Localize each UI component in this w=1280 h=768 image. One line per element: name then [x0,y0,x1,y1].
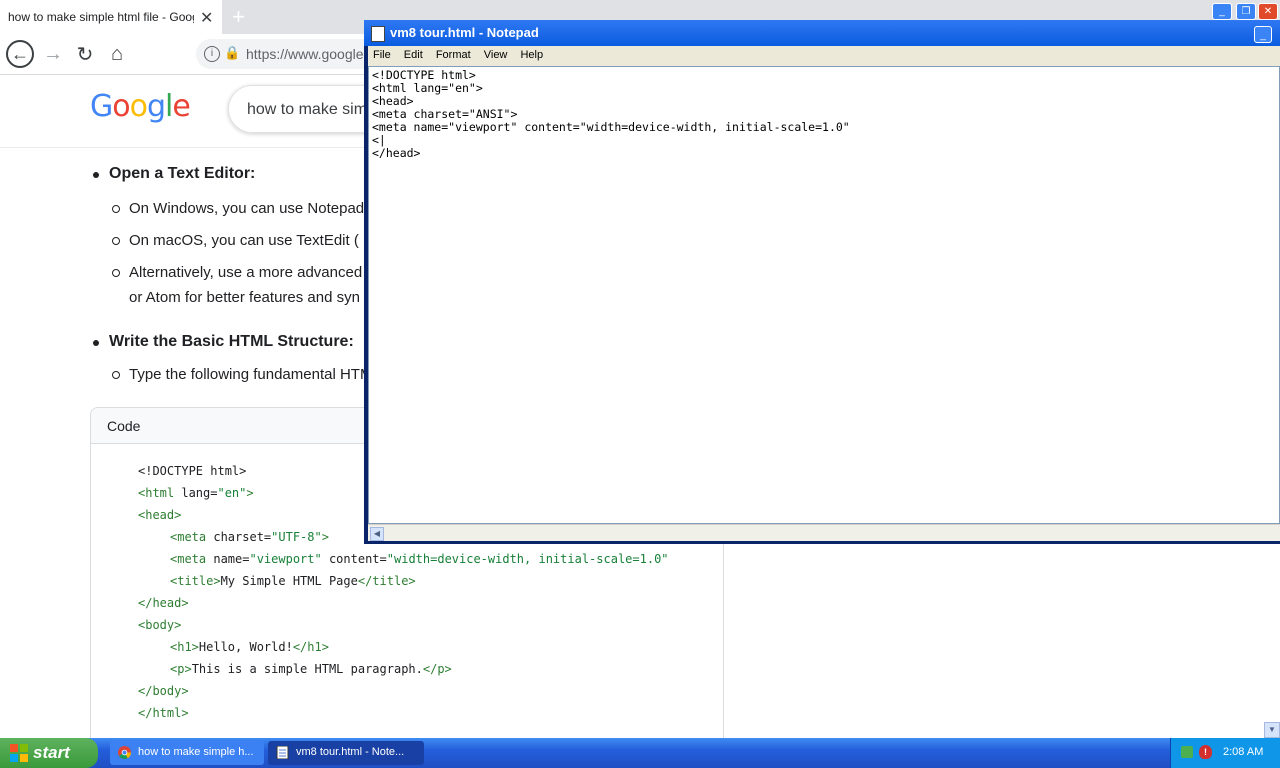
start-label: start [33,743,70,762]
notepad-icon [276,746,289,759]
minimize-icon[interactable]: _ [1212,3,1232,20]
list-item: On Windows, you can use Notepad. [111,197,368,221]
menu-view[interactable]: View [479,46,513,61]
reload-icon[interactable]: ↻ [72,41,98,67]
code-line: <meta charset="UTF-8"> [170,530,329,544]
code-line: <meta name="viewport" content="width=dev… [170,552,669,566]
taskbar-item-label: vm8 tour.html - Note... [296,746,405,758]
chrome-icon [118,746,131,759]
notepad-icon [371,26,385,42]
security-shield-icon[interactable]: ! [1199,745,1212,759]
maximize-icon[interactable]: ❐ [1236,3,1256,20]
code-line: </head> [138,596,189,610]
scroll-left-icon[interactable]: ◀ [370,527,384,541]
notepad-text-area[interactable]: <!DOCTYPE html> <html lang="en"> <head> … [368,66,1280,524]
tab-title: how to make simple html file - Google Se… [8,10,194,24]
start-button[interactable]: start [0,738,98,768]
back-icon[interactable]: ← [6,40,34,68]
step-title: Write the Basic HTML Structure: [93,333,354,350]
step-title: Open a Text Editor: [92,165,256,182]
google-logo[interactable]: Google [90,89,191,124]
list-item: Alternatively, use a more advanced [111,261,362,285]
forward-icon[interactable]: → [40,41,66,67]
notepad-text: <!DOCTYPE html> <html lang="en"> <head> … [372,68,850,160]
list-item: Type the following fundamental HTML [112,363,381,387]
notepad-window: vm8 tour.html - Notepad _ File Edit Form… [364,20,1280,544]
taskbar-item-label: how to make simple h... [138,746,254,758]
horizontal-scrollbar[interactable]: ◀ [368,524,1280,541]
clock[interactable]: 2:08 AM [1223,746,1263,758]
code-line: <html lang="en"> [138,486,254,500]
notepad-title-bar[interactable]: vm8 tour.html - Notepad _ [364,20,1280,46]
taskbar-item-notepad[interactable]: vm8 tour.html - Note... [268,741,424,765]
taskbar-item-browser[interactable]: how to make simple h... [110,741,264,765]
url-text: https://www.google. [246,46,368,62]
network-icon[interactable] [1181,746,1193,758]
code-line: <p>This is a simple HTML paragraph.</p> [170,662,452,676]
code-line: <head> [138,508,182,522]
close-icon[interactable]: ✕ [1258,3,1278,20]
code-line: <title>My Simple HTML Page</title> [170,574,416,588]
window-title: vm8 tour.html - Notepad [390,25,539,40]
browser-tab[interactable]: how to make simple html file - Google Se… [0,0,222,34]
menu-file[interactable]: File [368,46,396,61]
minimize-icon[interactable]: _ [1254,26,1272,43]
system-tray: ! 2:08 AM [1170,738,1280,768]
code-line: <!DOCTYPE html> [138,464,247,478]
code-line: <body> [138,618,182,632]
close-icon[interactable]: ✕ [200,8,213,28]
scroll-down-icon[interactable]: ▼ [1264,722,1280,738]
taskbar: start how to make simple h... vm8 tour.h… [0,738,1280,768]
menu-format[interactable]: Format [431,46,476,61]
menu-help[interactable]: Help [515,46,548,61]
menu-edit[interactable]: Edit [399,46,428,61]
new-tab-icon[interactable]: + [232,4,245,30]
code-line: </body> [138,684,189,698]
info-icon[interactable]: i [204,46,220,62]
warning-lock-icon[interactable]: 🔒 [224,45,240,61]
windows-logo-icon [10,744,28,762]
list-item-continuation: or Atom for better features and syn [129,289,360,306]
home-icon[interactable]: ⌂ [104,41,130,67]
code-line: </html> [138,706,189,720]
list-item: On macOS, you can use TextEdit ( [112,229,359,253]
code-line: <h1>Hello, World!</h1> [170,640,329,654]
menu-bar: File Edit Format View Help [368,46,1280,66]
